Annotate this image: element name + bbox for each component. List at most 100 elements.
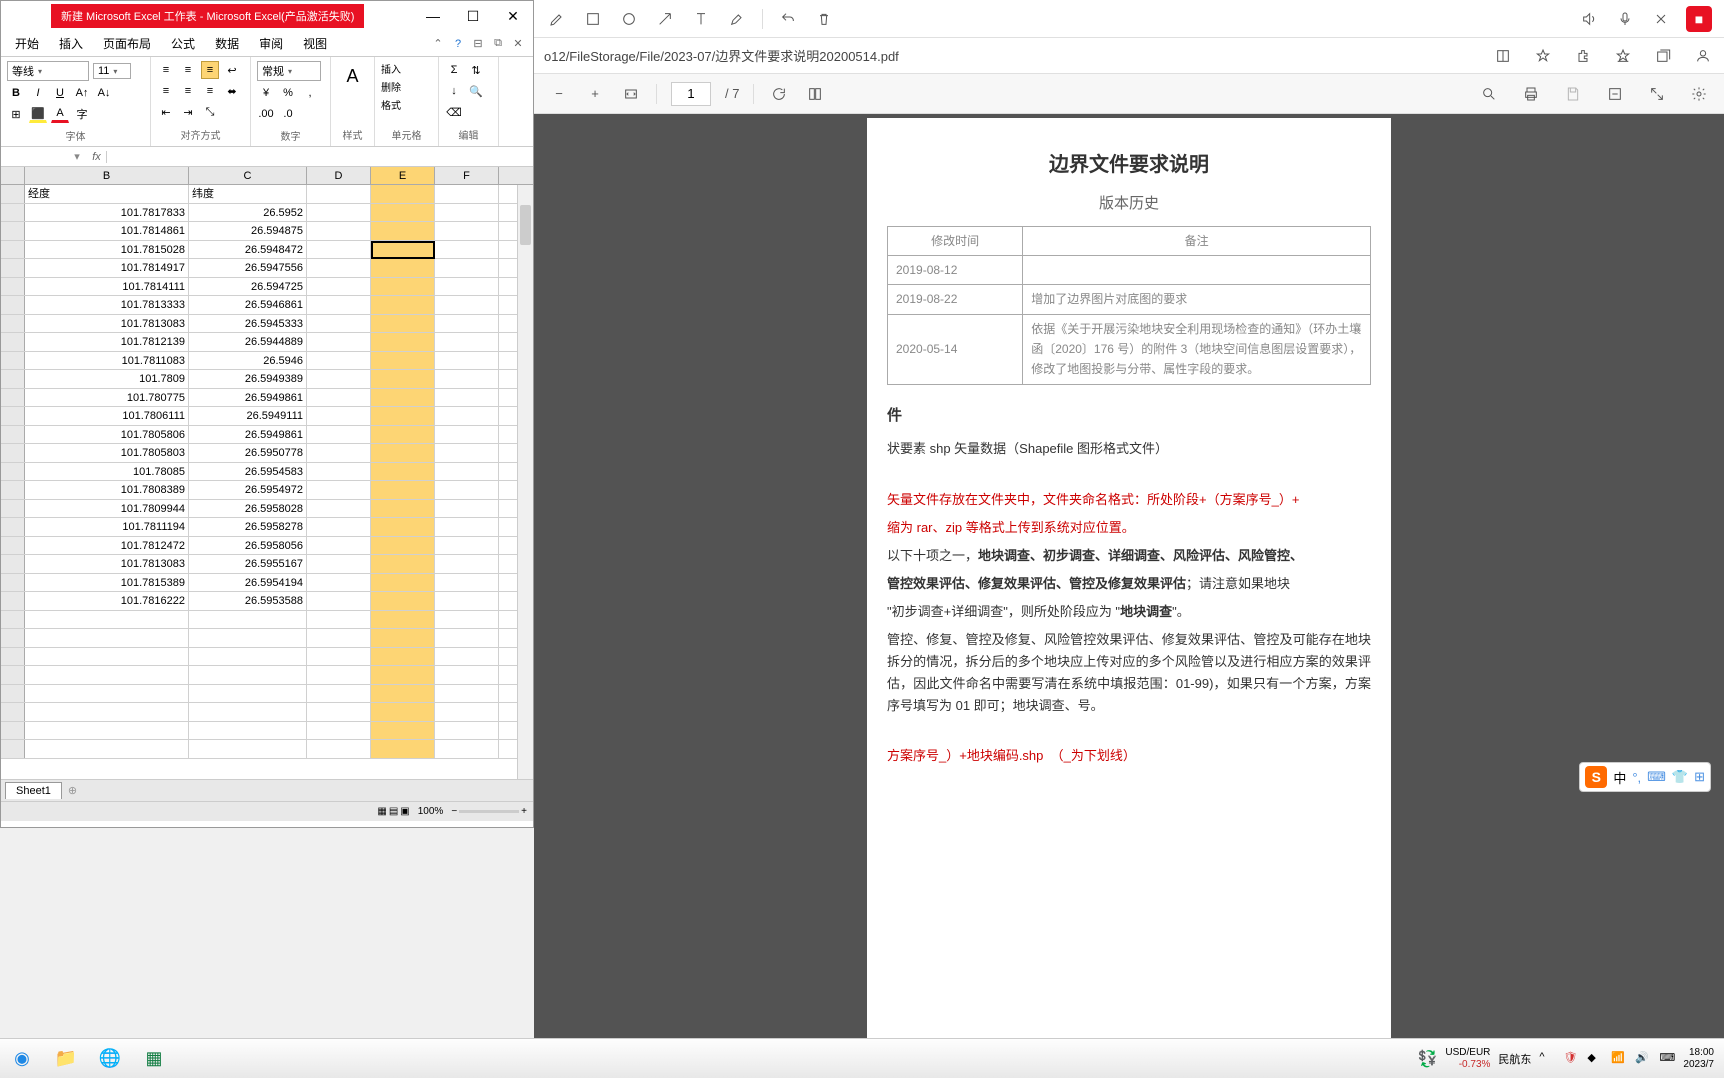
font-color-button[interactable]: A [51, 105, 69, 123]
table-row[interactable]: 101.781333326.5946861 [1, 296, 533, 315]
fullscreen-icon[interactable] [1646, 83, 1668, 105]
font-grow-button[interactable]: A↑ [73, 84, 91, 102]
draw-icon[interactable] [546, 8, 568, 30]
tray-chevron-icon[interactable]: ^ [1539, 1051, 1555, 1067]
reader-icon[interactable] [1492, 45, 1514, 67]
table-row[interactable]: 101.781538926.5954194 [1, 574, 533, 593]
fill-button[interactable]: ↓ [445, 82, 463, 100]
table-row[interactable]: 101.780580326.5950778 [1, 444, 533, 463]
view-pagebreak-icon[interactable]: ▣ [400, 806, 409, 817]
rotate-icon[interactable] [768, 83, 790, 105]
print-icon[interactable] [1520, 83, 1542, 105]
align-top-button[interactable]: ≡ [157, 61, 175, 79]
pageview-icon[interactable] [804, 83, 826, 105]
align-mid-button[interactable]: ≡ [179, 61, 197, 79]
table-row[interactable]: 101.7808526.5954583 [1, 463, 533, 482]
font-size-dropdown[interactable]: 11 [93, 63, 131, 79]
profile-icon[interactable] [1692, 45, 1714, 67]
favorite-icon[interactable] [1532, 45, 1554, 67]
table-row[interactable]: 101.780611126.5949111 [1, 407, 533, 426]
sheet-rows[interactable]: 经度纬度101.781783326.5952101.781486126.5948… [1, 185, 533, 759]
align-bot-button[interactable]: ≡ [201, 61, 219, 79]
name-box-dropdown-icon[interactable]: ▾ [67, 150, 87, 163]
window-icon[interactable]: ⊟ [471, 37, 485, 51]
fx-icon[interactable]: fx [87, 151, 107, 163]
table-row[interactable]: 101.781119426.5958278 [1, 518, 533, 537]
merge-button[interactable]: ⬌ [223, 82, 241, 100]
col-header-C[interactable]: C [189, 167, 307, 184]
sum-button[interactable]: Σ [445, 61, 463, 79]
undo-icon[interactable] [777, 8, 799, 30]
zoom-label[interactable]: 100% [412, 806, 450, 817]
tray-wifi-icon[interactable]: 📶 [1611, 1051, 1627, 1067]
inc-decimal-button[interactable]: .00 [257, 105, 275, 123]
percent-button[interactable]: % [279, 84, 297, 102]
save-icon[interactable] [1562, 83, 1584, 105]
select-all-corner[interactable] [1, 167, 25, 184]
table-row[interactable]: 101.781783326.5952 [1, 204, 533, 223]
menu-formula[interactable]: 公式 [161, 31, 205, 56]
close-annot-icon[interactable] [1650, 8, 1672, 30]
menu-insert[interactable]: 插入 [49, 31, 93, 56]
sogou-logo-icon[interactable]: S [1585, 766, 1607, 788]
pdf-viewport[interactable]: 边界文件要求说明 版本历史 修改时间备注 2019-08-12 2019-08-… [534, 114, 1724, 1038]
menu-pagelayout[interactable]: 页面布局 [93, 31, 161, 56]
view-pagelayout-icon[interactable]: ▤ [389, 806, 398, 817]
taskbar-clock[interactable]: 18:00 2023/7 [1683, 1047, 1714, 1071]
extensions-icon[interactable] [1572, 45, 1594, 67]
square-icon[interactable] [582, 8, 604, 30]
indent-inc-button[interactable]: ⇥ [179, 103, 197, 121]
annotate-icon[interactable] [1604, 83, 1626, 105]
wrap-button[interactable]: ↩ [223, 61, 241, 79]
fill-color-button[interactable]: ⬛ [29, 105, 47, 123]
sort-button[interactable]: ⇅ [467, 61, 485, 79]
close-small-icon[interactable]: ✕ [511, 37, 525, 51]
close-red-button[interactable]: ■ [1686, 6, 1712, 32]
zoom-slider[interactable] [459, 810, 519, 813]
new-sheet-button[interactable]: ⊕ [62, 784, 83, 797]
style-button[interactable]: A [338, 61, 368, 91]
zoom-out-button[interactable]: − [451, 806, 457, 817]
mic-icon[interactable] [1614, 8, 1636, 30]
tray-ime-icon[interactable]: ⌨ [1659, 1051, 1675, 1067]
restore-icon[interactable]: ⧉ [491, 37, 505, 51]
zoom-out-icon[interactable]: − [548, 83, 570, 105]
delete-cells-button[interactable]: 删除 [381, 79, 401, 94]
vertical-scrollbar[interactable] [517, 185, 533, 779]
window-maximize-button[interactable]: ☐ [453, 2, 493, 30]
align-left-button[interactable]: ≡ [157, 82, 175, 100]
highlight-icon[interactable] [726, 8, 748, 30]
pdf-page-input[interactable] [671, 82, 711, 106]
phonetic-button[interactable]: 字 [73, 105, 91, 123]
font-name-dropdown[interactable]: 等线 [7, 61, 89, 81]
table-row[interactable]: 101.781308326.5955167 [1, 555, 533, 574]
col-header-E[interactable]: E [371, 167, 435, 184]
menu-review[interactable]: 审阅 [249, 31, 293, 56]
table-row[interactable]: 101.781213926.5944889 [1, 333, 533, 352]
ribbon-minimize-icon[interactable]: ⌃ [431, 37, 445, 51]
table-row[interactable]: 101.781622226.5953588 [1, 592, 533, 611]
fit-icon[interactable] [620, 83, 642, 105]
bold-button[interactable]: B [7, 84, 25, 102]
tray-shield-icon[interactable]: 🛡 [1563, 1051, 1579, 1067]
delete-icon[interactable] [813, 8, 835, 30]
currency-button[interactable]: ¥ [257, 84, 275, 102]
collections-icon[interactable] [1652, 45, 1674, 67]
excel-titlebar[interactable]: 新建 Microsoft Excel 工作表 - Microsoft Excel… [1, 1, 533, 31]
table-row[interactable]: 101.781308326.5945333 [1, 315, 533, 334]
menu-home[interactable]: 开始 [5, 31, 49, 56]
weather-text[interactable]: 民航东 [1498, 1051, 1531, 1067]
ime-punct-icon[interactable]: °, [1632, 766, 1641, 788]
col-header-F[interactable]: F [435, 167, 499, 184]
arrow-icon[interactable] [654, 8, 676, 30]
table-row[interactable]: 101.78077526.5949861 [1, 389, 533, 408]
format-cells-button[interactable]: 格式 [381, 97, 401, 112]
taskbar-explorer-icon[interactable]: 📁 [44, 1041, 88, 1077]
speaker-icon[interactable] [1578, 8, 1600, 30]
favorites-list-icon[interactable] [1612, 45, 1634, 67]
search-icon[interactable] [1478, 83, 1500, 105]
table-row[interactable]: 101.781247226.5958056 [1, 537, 533, 556]
settings-icon[interactable] [1688, 83, 1710, 105]
align-right-button[interactable]: ≡ [201, 82, 219, 100]
border-button[interactable]: ⊞ [7, 105, 25, 123]
